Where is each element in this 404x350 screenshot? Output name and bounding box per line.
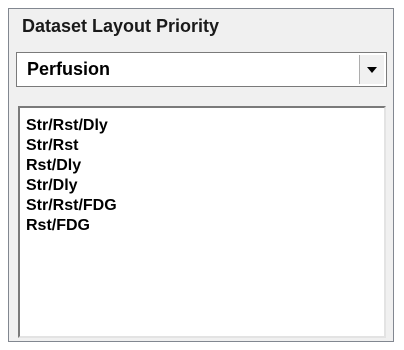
dropdown-selected-value: Perfusion [27, 59, 111, 79]
layout-priority-listbox[interactable]: Str/Rst/Dly Str/Rst Rst/Dly Str/Dly Str/… [18, 106, 386, 338]
list-item[interactable]: Str/Rst/Dly [26, 116, 384, 136]
layout-priority-list: Str/Rst/Dly Str/Rst Rst/Dly Str/Dly Str/… [20, 108, 384, 236]
list-item[interactable]: Str/Rst [26, 136, 384, 156]
list-item[interactable]: Str/Rst/FDG [26, 196, 384, 216]
list-item[interactable]: Rst/FDG [26, 216, 384, 236]
list-item[interactable]: Rst/Dly [26, 156, 384, 176]
chevron-down-icon [367, 67, 377, 73]
layout-type-dropdown[interactable]: Perfusion [16, 52, 387, 87]
list-item[interactable]: Str/Dly [26, 176, 384, 196]
panel-title: Dataset Layout Priority [22, 16, 220, 36]
dropdown-button[interactable] [359, 55, 384, 84]
